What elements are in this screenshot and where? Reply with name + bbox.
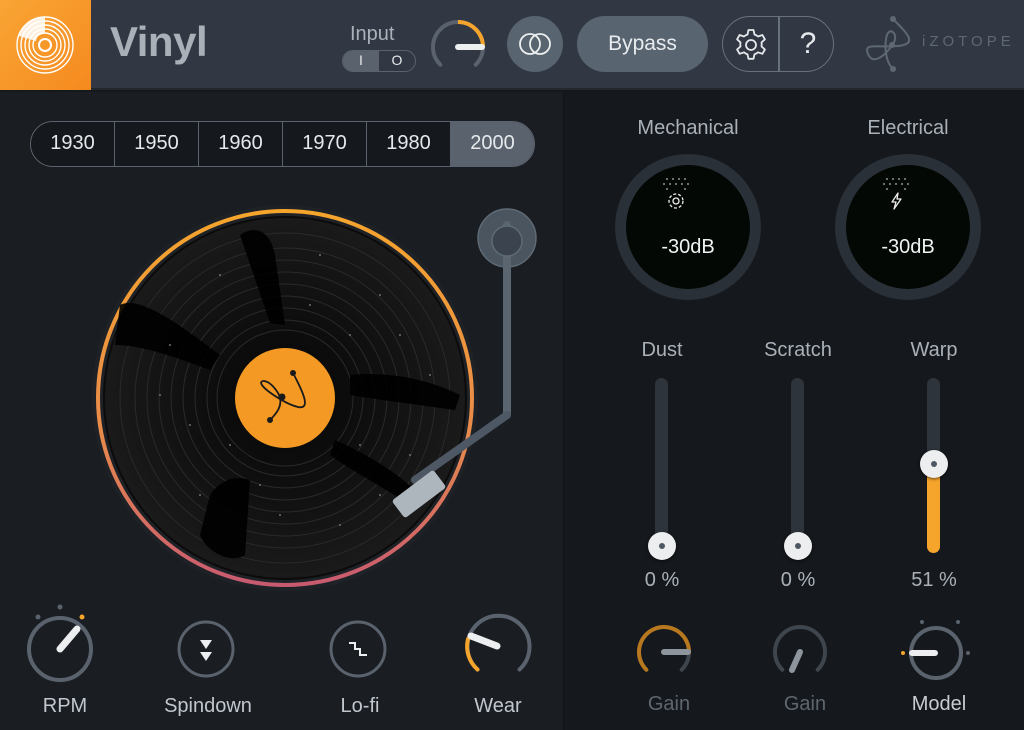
electrical-gain-label: Gain	[783, 693, 827, 715]
wear-knob[interactable]	[461, 602, 533, 682]
rpm-label: RPM	[42, 695, 88, 717]
spindown-button[interactable]	[175, 602, 237, 682]
mechanical-gain-control[interactable]: Gain	[634, 622, 694, 715]
model-knob[interactable]	[900, 612, 970, 682]
scratch-value: 0 %	[780, 569, 816, 591]
warp-slider-thumb[interactable]	[919, 449, 948, 478]
era-option-1980[interactable]: 1980	[367, 122, 451, 166]
electrical-gain-control[interactable]: Gain	[770, 622, 830, 715]
mechanical-gear-icon	[663, 178, 689, 209]
era-option-1950[interactable]: 1950	[115, 122, 199, 166]
dust-title: Dust	[641, 339, 683, 361]
era-selector[interactable]: 1930 1950 1960 1970 1980 2000	[30, 121, 535, 167]
left-panel: 1930 1950 1960 1970 1980 2000 RPM Spindo…	[0, 92, 563, 730]
lofi-button[interactable]	[327, 602, 389, 682]
help-button[interactable]: ?	[783, 17, 833, 71]
input-output-toggle[interactable]: I O	[342, 50, 416, 72]
dust-slider[interactable]	[647, 378, 676, 560]
rpm-knob[interactable]	[26, 602, 98, 682]
spindown-triangles-icon	[200, 640, 212, 649]
era-option-1960[interactable]: 1960	[199, 122, 283, 166]
electrical-meter[interactable]: -30dB	[835, 154, 981, 300]
model-label: Model	[911, 693, 967, 715]
lightning-icon	[883, 178, 909, 210]
turntable-display	[92, 205, 537, 591]
electrical-value: -30dB	[881, 236, 935, 258]
izotope-brand-text: iZOTOPE	[922, 33, 1015, 50]
mechanical-value: -30dB	[661, 236, 715, 258]
electrical-gain-knob[interactable]	[770, 622, 830, 682]
app-title: Vinyl	[110, 18, 208, 65]
vinyl-logo	[0, 0, 91, 90]
dust-value: 0 %	[644, 569, 680, 591]
spindown-label: Spindown	[164, 695, 252, 717]
bypass-button[interactable]: Bypass	[577, 16, 708, 72]
scratch-slider[interactable]	[783, 378, 812, 560]
input-toggle-option[interactable]: I	[343, 51, 379, 71]
output-toggle-option[interactable]: O	[379, 51, 415, 71]
settings-gear-icon[interactable]	[732, 26, 770, 64]
vinyl-record-icon	[16, 16, 74, 74]
utility-divider	[778, 17, 780, 71]
input-label: Input	[350, 23, 395, 45]
wear-label: Wear	[474, 695, 522, 717]
lofi-label: Lo-fi	[340, 695, 380, 717]
utility-button-group: ?	[722, 16, 834, 72]
mechanical-gain-knob[interactable]	[634, 622, 694, 682]
mechanical-gain-label: Gain	[647, 693, 691, 715]
mechanical-title: Mechanical	[637, 117, 739, 139]
dust-slider-thumb[interactable]	[647, 532, 676, 560]
mechanical-meter[interactable]: -30dB	[615, 154, 761, 300]
era-option-1970[interactable]: 1970	[283, 122, 367, 166]
link-button[interactable]	[507, 16, 563, 72]
era-option-2000[interactable]: 2000	[451, 122, 534, 166]
stepped-line-icon	[349, 642, 367, 656]
link-circles-icon	[519, 33, 551, 55]
scratch-slider-thumb[interactable]	[783, 532, 812, 560]
header-bar: Vinyl Input I O Bypass ? iZOTOPE	[0, 0, 1024, 90]
warp-value: 51 %	[911, 569, 957, 591]
izotope-logo-icon	[866, 16, 911, 72]
era-option-1930[interactable]: 1930	[31, 122, 115, 166]
warp-slider[interactable]	[919, 378, 948, 553]
warp-title: Warp	[910, 339, 958, 361]
right-panel: Mechanical -30dB Electrical -30dB Dust 0…	[563, 92, 1024, 730]
scratch-title: Scratch	[764, 339, 832, 361]
input-gain-knob[interactable]	[428, 17, 488, 77]
electrical-title: Electrical	[867, 117, 949, 139]
